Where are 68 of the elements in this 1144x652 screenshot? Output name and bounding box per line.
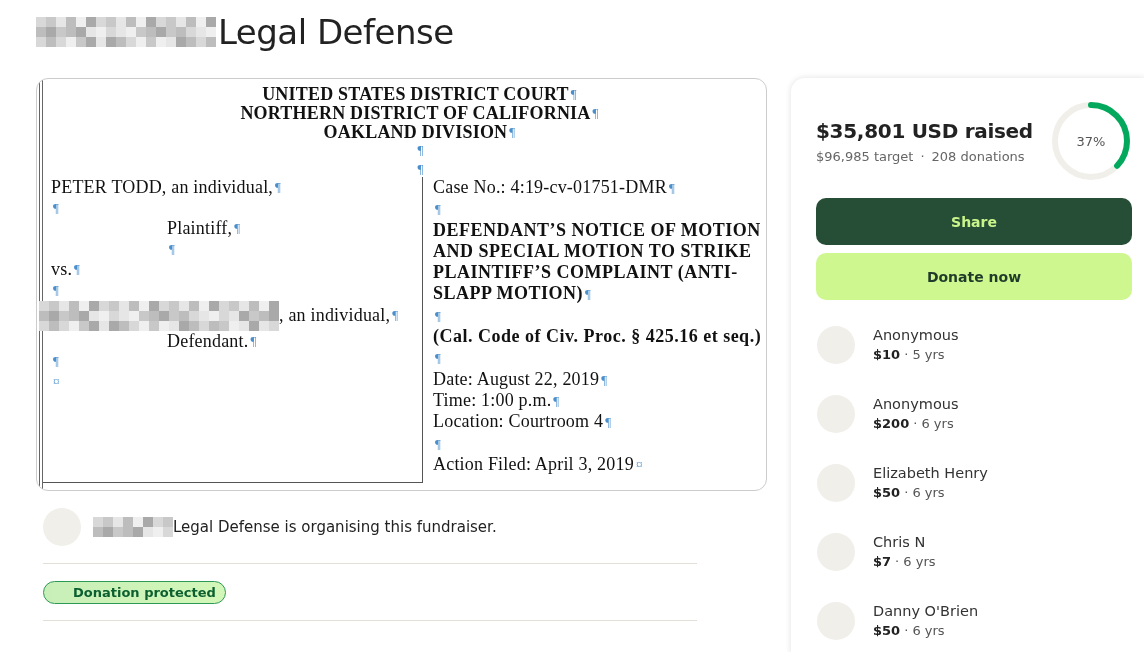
separator-dot: · — [920, 148, 925, 164]
donor-name: Anonymous — [873, 396, 959, 412]
document-text: Plaintiff, — [167, 218, 233, 239]
paragraph-mark: ¶ — [53, 280, 60, 299]
document-text: PETER TODD, an individual, — [51, 177, 274, 198]
donor-name: Elizabeth Henry — [873, 465, 988, 481]
paragraph-mark: ¶ — [234, 219, 241, 238]
paragraph-mark: ¶ — [169, 239, 176, 258]
donor-name: Chris N — [873, 534, 927, 550]
court-heading: OAKLAND DIVISION — [323, 122, 508, 142]
paragraph-mark: ¶ — [275, 178, 282, 196]
donation-amount: $200 — [873, 416, 910, 431]
motion-title: DEFENDANT’S NOTICE OF MOTION — [433, 219, 761, 241]
court-heading: NORTHERN DISTRICT OF CALIFORNIA — [240, 103, 591, 123]
donation-age: · 5 yrs — [904, 347, 945, 362]
donation-count: 208 donations — [931, 148, 1025, 164]
paragraph-mark: ¶ — [592, 103, 599, 122]
paragraph-mark: ¶ — [585, 285, 592, 304]
progress-percent: 37% — [1076, 133, 1106, 149]
paragraph-mark: ¶ — [668, 179, 675, 197]
document-text: , an individual, — [279, 305, 391, 326]
target-amount: $96,985 target — [816, 148, 914, 164]
donation-amount: $50 — [873, 623, 901, 638]
paragraph-mark: ¶ — [417, 141, 424, 160]
paragraph-mark: ¶ — [392, 306, 399, 325]
document-text: Time: 1:00 p.m. — [433, 389, 552, 412]
paragraph-mark: ¶ — [553, 391, 560, 410]
page-title: Legal Defense — [218, 12, 454, 52]
paragraph-mark: ¶ — [53, 198, 60, 217]
paragraph-mark: ¶ — [605, 413, 612, 432]
donor-name: Danny O'Brien — [873, 603, 979, 619]
paragraph-mark: ¶ — [435, 306, 442, 325]
court-heading: UNITED STATES DISTRICT COURT — [262, 85, 569, 104]
motion-title: SLAPP MOTION) — [433, 283, 583, 305]
donation-amount: $7 — [873, 554, 892, 569]
donation-age: · 6 yrs — [904, 485, 945, 500]
donate-button[interactable]: Donate now — [816, 253, 1132, 300]
paragraph-mark: ¶ — [570, 85, 577, 103]
motion-title: (Cal. Code of Civ. Proc. § 425.16 et seq.) — [433, 326, 762, 348]
document-text: Defendant. — [167, 330, 249, 352]
motion-title: AND SPECIAL MOTION TO STRIKE — [433, 240, 752, 263]
document-text: Date: August 22, 2019 — [433, 368, 600, 390]
paragraph-mark: ¶ — [74, 260, 81, 279]
paragraph-mark: ¶ — [250, 331, 257, 350]
donation-age: · 6 yrs — [904, 623, 945, 638]
donation-amount: $10 — [873, 347, 901, 362]
protection-badge: Donation protected — [43, 580, 226, 604]
document-text: Action Filed: April 3, 2019 — [433, 453, 634, 476]
paragraph-mark: ¶ — [435, 200, 442, 219]
document-text: vs. — [51, 259, 73, 280]
paragraph-mark: ¤ — [635, 455, 643, 474]
donation-age: · 6 yrs — [895, 554, 936, 569]
donor-name: Anonymous — [873, 327, 959, 343]
share-button[interactable]: Share — [816, 198, 1132, 245]
donation-amount: $50 — [873, 485, 901, 500]
amount-raised: $35,801 USD raised — [816, 118, 1033, 143]
organiser-text: Legal Defense is organising this fundraiser. — [173, 518, 497, 536]
paragraph-mark: ¶ — [435, 349, 442, 368]
paragraph-mark: ¶ — [417, 160, 424, 179]
paragraph-mark: ¶ — [601, 370, 608, 389]
paragraph-mark: ¶ — [53, 352, 60, 371]
motion-title: PLAINTIFF’S COMPLAINT (ANTI- — [433, 262, 738, 284]
paragraph-mark: ¶ — [509, 122, 516, 141]
document-text: Location: Courtroom 4 — [433, 411, 604, 433]
donation-age: · 6 yrs — [913, 416, 954, 431]
document-text: Case No.: 4:19-cv-01751-DMR — [433, 177, 667, 199]
paragraph-mark: ¤ — [53, 372, 60, 391]
paragraph-mark: ¶ — [435, 434, 442, 453]
